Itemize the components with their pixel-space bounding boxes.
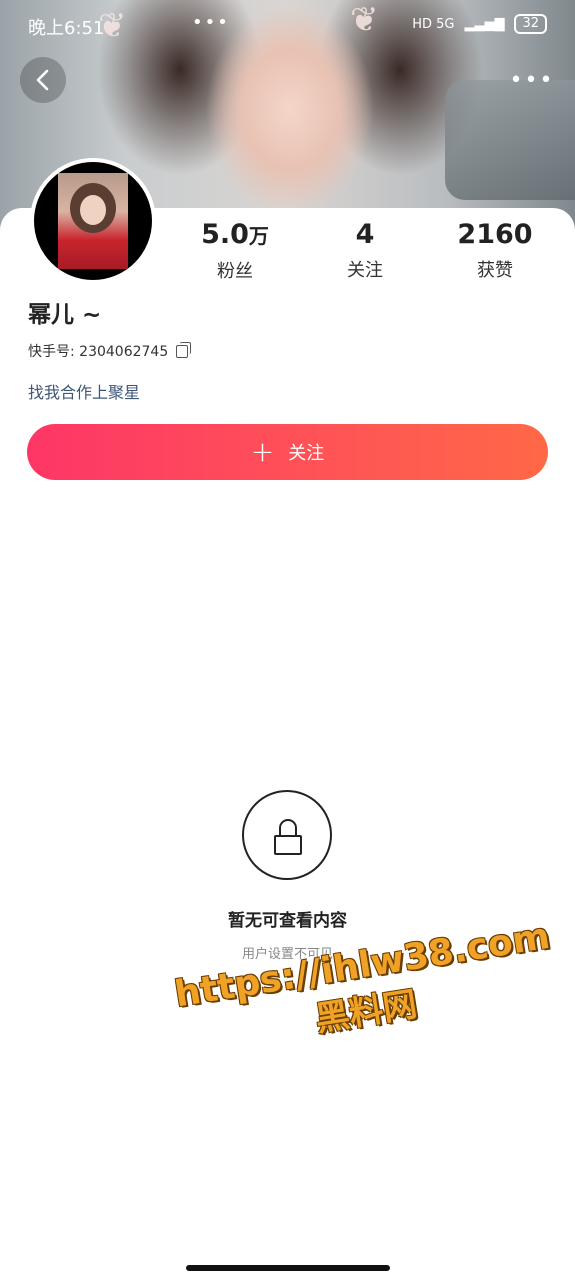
back-button[interactable] [20, 57, 66, 103]
stat-likes[interactable]: 2160 获赞 [430, 220, 560, 290]
lock-icon [242, 790, 332, 880]
avatar[interactable] [30, 158, 156, 284]
more-button[interactable]: ••• [509, 57, 555, 103]
stat-value: 2160 [457, 219, 533, 250]
back-icon [36, 69, 49, 91]
stat-label: 获赞 [477, 260, 513, 281]
lock-body [274, 835, 302, 855]
stat-label: 关注 [347, 260, 383, 281]
plus-icon: + [250, 435, 275, 468]
kuaishou-id-row: 快手号: 2304062745 [28, 341, 192, 361]
stat-value: 4 [355, 219, 375, 250]
profile-bio[interactable]: 找我合作上聚星 [28, 379, 140, 403]
network-indicator: HD 5G [412, 16, 455, 32]
status-indicators: HD 5G ▂▃▅▇ 32 [412, 14, 547, 34]
stat-value: 5.0万 [201, 219, 269, 250]
home-indicator[interactable] [186, 1265, 390, 1271]
stat-label: 粉丝 [217, 261, 253, 282]
stat-followers[interactable]: 5.0万 粉丝 [170, 220, 300, 290]
follow-label: 关注 [288, 443, 325, 464]
profile-sheet [0, 208, 575, 1280]
profile-stats: 5.0万 粉丝 4 关注 2160 获赞 [170, 220, 560, 290]
profile-name: 幂儿 ~ [28, 302, 102, 328]
status-dots: ••• [192, 12, 230, 33]
follow-button[interactable]: + 关注 [27, 424, 548, 480]
signal-icon: ▂▃▅▇ [464, 16, 505, 32]
stat-following[interactable]: 4 关注 [300, 220, 430, 290]
avatar-photo [58, 173, 128, 269]
car-seat-background [445, 80, 575, 200]
kuaishou-id: 快手号: 2304062745 [28, 344, 169, 360]
battery-indicator: 32 [514, 14, 547, 34]
status-time: 晚上6:51 [28, 18, 105, 39]
more-icon: ••• [509, 67, 555, 93]
copy-icon[interactable] [176, 341, 192, 358]
status-bar: 晚上6:51 ••• HD 5G ▂▃▅▇ 32 [0, 0, 575, 52]
